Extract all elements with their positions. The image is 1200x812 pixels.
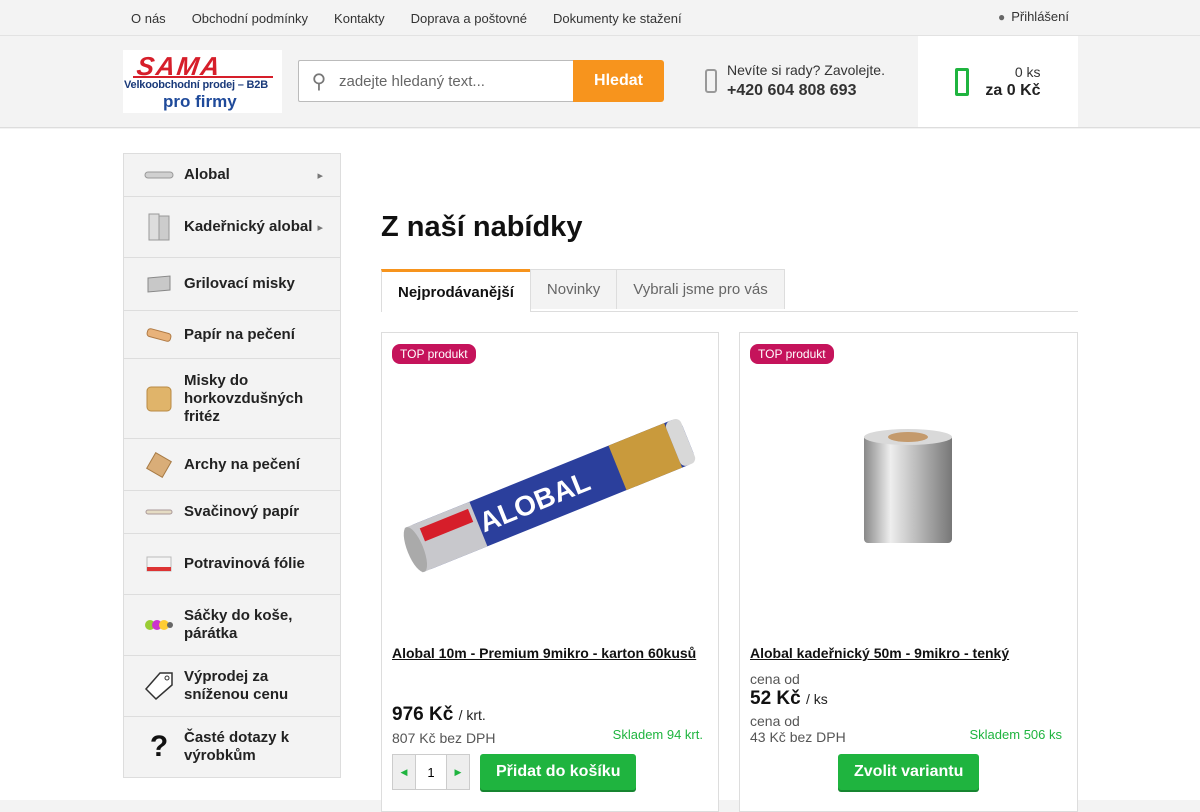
logo-subtitle: Velkoobchodní prodej – B2B — [124, 79, 268, 91]
price-value: 976 Kč — [392, 704, 454, 725]
trash-bags-icon — [144, 610, 174, 640]
product-image-hairdresser-foil[interactable] — [750, 373, 1066, 603]
category-label: Svačinový papír — [184, 503, 300, 520]
category-label: Sáčky do koše, párátka — [184, 607, 293, 642]
tab-new[interactable]: Novinky — [529, 269, 618, 309]
product-price: 976 Kč / krt. — [392, 704, 486, 726]
cart-icon — [955, 67, 970, 96]
fryer-bowl-icon — [144, 384, 174, 414]
price-without-vat: 43 Kč bez DPH — [750, 729, 846, 745]
topnav-shipping[interactable]: Doprava a poštovné — [398, 11, 540, 26]
baking-sheets-icon — [144, 450, 174, 480]
chevron-right-icon: ▸ — [317, 169, 323, 182]
logo-pro-firmy: pro firmy — [163, 92, 237, 111]
category-alobal[interactable]: Alobal ▸ — [124, 154, 340, 197]
cart-quantity: 0 ks — [1014, 63, 1041, 80]
category-label: Potravinová fólie — [184, 555, 305, 572]
price-unit: / ks — [805, 691, 828, 707]
snack-paper-icon — [144, 497, 174, 527]
top-navigation: O nás Obchodní podmínky Kontakty Doprava… — [118, 0, 695, 36]
search-icon: ⚲ — [311, 70, 327, 93]
topnav-contacts[interactable]: Kontakty — [321, 11, 398, 26]
category-faq[interactable]: ? Časté dotazy k výrobkům — [124, 717, 340, 777]
category-label: Misky do horkovzdušných fritéz — [184, 371, 304, 425]
baking-paper-icon — [144, 320, 174, 350]
add-to-cart-button[interactable]: Přidat do košíku — [480, 754, 637, 790]
product-image-alobal-roll[interactable]: ALOBAL — [392, 373, 708, 603]
hairdresser-foil-icon — [144, 212, 174, 242]
price-value: 52 Kč — [750, 688, 801, 709]
category-potravinova-folie[interactable]: Potravinová fólie — [124, 534, 340, 595]
category-label: Archy na pečení — [184, 455, 300, 473]
search-box: ⚲ — [298, 60, 573, 102]
choose-variant-button[interactable]: Zvolit variantu — [838, 754, 980, 790]
product-name[interactable]: Alobal 10m - Premium 9mikro - karton 60k… — [392, 645, 696, 661]
search-button[interactable]: Hledat — [573, 60, 664, 102]
product-price: 52 Kč / ks — [750, 688, 828, 710]
user-icon: ● — [997, 9, 1006, 24]
decrease-qty-button[interactable]: ◀ — [393, 755, 415, 789]
cart[interactable]: 0 ks za 0 Kč — [918, 36, 1078, 127]
offer-tabs: Nejprodávanější Novinky Vybrali jsme pro… — [381, 269, 1078, 312]
cart-sum: za 0 Kč — [985, 81, 1041, 99]
product-card: TOP produkt Alobal kadeřnický 50m - 9mik… — [739, 332, 1078, 812]
category-papir-na-peceni[interactable]: Papír na pečení — [124, 311, 340, 359]
chevron-right-icon: ▸ — [317, 221, 323, 234]
header: SAMA Velkoobchodní prodej – B2B pro firm… — [0, 36, 1200, 128]
search-input[interactable] — [339, 72, 559, 90]
section-title: Z naší nabídky — [381, 211, 583, 243]
phone-icon — [705, 69, 717, 93]
price-unit: / krt. — [458, 707, 486, 723]
category-label: Výprodej za sníženou cenu — [184, 668, 289, 703]
foil-roll-icon — [144, 160, 174, 190]
top-bar: O nás Obchodní podmínky Kontakty Doprava… — [0, 0, 1200, 36]
login-link[interactable]: ● Přihlášení — [998, 9, 1069, 24]
topnav-terms[interactable]: Obchodní podmínky — [179, 11, 321, 26]
top-product-badge: TOP produkt — [750, 344, 834, 364]
topnav-about[interactable]: O nás — [118, 11, 179, 26]
price-without-vat: 807 Kč bez DPH — [392, 730, 496, 746]
logo-divider — [133, 76, 273, 78]
category-label: Kadeřnický alobal — [184, 218, 313, 235]
search-form: ⚲ Hledat — [298, 60, 664, 102]
category-label: Alobal — [184, 166, 230, 183]
main-content: Alobal ▸ Kadeřnický alobal ▸ Grilovací m… — [0, 129, 1200, 812]
logo[interactable]: SAMA Velkoobchodní prodej – B2B pro firm… — [123, 50, 282, 113]
category-archy-na-peceni[interactable]: Archy na pečení — [124, 439, 340, 491]
category-label: Grilovací misky — [184, 275, 295, 292]
top-product-badge: TOP produkt — [392, 344, 476, 364]
quantity-stepper: ◀ ▶ — [392, 754, 470, 790]
sale-tag-icon — [144, 671, 174, 701]
category-sacky-paratka[interactable]: Sáčky do koše, párátka — [124, 595, 340, 656]
category-misky-fritezy[interactable]: Misky do horkovzdušných fritéz — [124, 359, 340, 439]
login-label: Přihlášení — [1011, 9, 1069, 24]
product-name[interactable]: Alobal kadeřnický 50m - 9mikro - tenký — [750, 645, 1009, 661]
question-mark-icon: ? — [149, 730, 169, 763]
help-phone[interactable]: +420 604 808 693 — [727, 82, 885, 100]
stock-status: Skladem 506 ks — [969, 727, 1063, 742]
category-sidebar: Alobal ▸ Kadeřnický alobal ▸ Grilovací m… — [123, 153, 341, 778]
quantity-input[interactable] — [415, 755, 447, 789]
grill-tray-icon — [144, 269, 174, 299]
stock-status: Skladem 94 krt. — [612, 727, 703, 742]
net-from-label: cena od — [750, 713, 800, 729]
category-label: Papír na pečení — [184, 325, 295, 343]
price-from-label: cena od — [750, 671, 800, 687]
product-card: TOP produkt ALOBAL Alobal 10m - Premium … — [381, 332, 719, 812]
help-contact: Nevíte si rady? Zavolejte. +420 604 808 … — [705, 62, 885, 100]
increase-qty-button[interactable]: ▶ — [447, 755, 469, 789]
category-svacinovy-papir[interactable]: Svačinový papír — [124, 491, 340, 534]
cling-film-icon — [144, 549, 174, 579]
tab-bestsellers[interactable]: Nejprodávanější — [381, 269, 531, 312]
help-question: Nevíte si rady? Zavolejte. — [727, 62, 885, 78]
category-kadernicky-alobal[interactable]: Kadeřnický alobal ▸ — [124, 197, 340, 258]
category-label: Časté dotazy k výrobkům — [184, 729, 290, 764]
tab-picked[interactable]: Vybrali jsme pro vás — [616, 269, 785, 309]
topnav-documents[interactable]: Dokumenty ke stažení — [540, 11, 695, 26]
category-vyprodej[interactable]: Výprodej za sníženou cenu — [124, 656, 340, 717]
category-grilovaci-misky[interactable]: Grilovací misky — [124, 258, 340, 311]
